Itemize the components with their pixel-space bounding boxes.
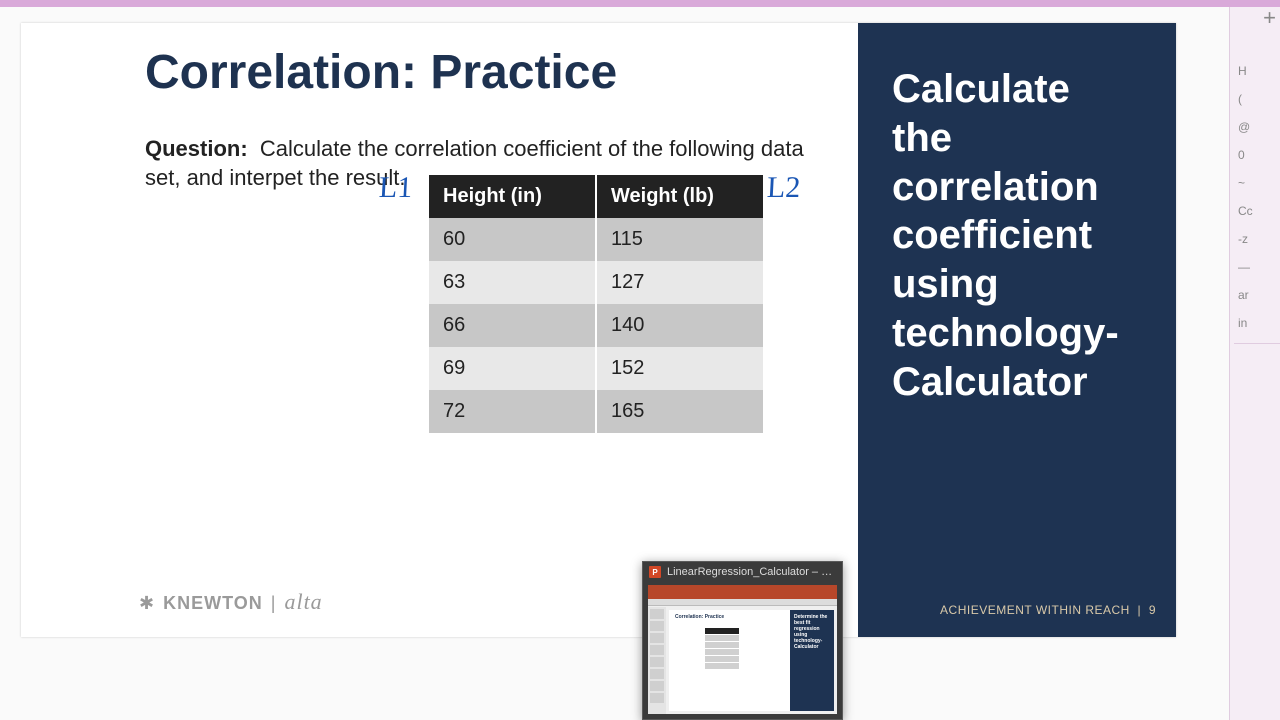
add-page-icon[interactable]: + xyxy=(1263,5,1276,31)
table-row: 66 140 xyxy=(429,304,763,347)
page-tab[interactable]: 0 xyxy=(1238,141,1276,169)
brand-logo: ✱ KNEWTON | alta xyxy=(139,589,323,615)
table-cell: 60 xyxy=(429,218,596,261)
page-tab[interactable]: Cc xyxy=(1238,197,1276,225)
table-cell: 152 xyxy=(596,347,763,390)
mini-slide-title: Correlation: Practice xyxy=(675,614,724,620)
side-panel: Calculate the correlation coefficient us… xyxy=(858,23,1176,637)
slide-title: Correlation: Practice xyxy=(145,45,617,100)
app-border-top xyxy=(0,0,1280,7)
side-panel-footer: ACHIEVEMENT WITHIN REACH | 9 xyxy=(940,603,1156,617)
thumbnail-title: LinearRegression_Calculator – … xyxy=(667,566,836,578)
tab-separator xyxy=(1234,343,1280,344)
table-cell: 115 xyxy=(596,218,763,261)
side-panel-text: Calculate the correlation coefficient us… xyxy=(892,65,1148,407)
page-tab[interactable]: @ xyxy=(1238,113,1276,141)
data-table: Height (in) Weight (lb) 60 115 63 127 66… xyxy=(429,175,763,433)
table-cell: 127 xyxy=(596,261,763,304)
page-tab[interactable]: ar xyxy=(1238,281,1276,309)
thumbnail-body: Correlation: Practice Determine the best… xyxy=(648,585,837,714)
table-cell: 72 xyxy=(429,390,596,433)
table-row: 72 165 xyxy=(429,390,763,433)
page-tab[interactable]: in xyxy=(1238,309,1276,337)
table-cell: 140 xyxy=(596,304,763,347)
page-tab[interactable]: ~ xyxy=(1238,169,1276,197)
mini-side-panel: Determine the best fit regression using … xyxy=(790,610,834,711)
table-cell: 66 xyxy=(429,304,596,347)
page-tab[interactable]: ( xyxy=(1238,85,1276,113)
table-header-row: Height (in) Weight (lb) xyxy=(429,175,763,218)
thumbnail-header: P LinearRegression_Calculator – … xyxy=(643,562,842,582)
page-tab-list: H ( @ 0 ~ Cc -z — ar in xyxy=(1238,57,1276,350)
page-tab[interactable]: — xyxy=(1238,253,1276,281)
table-header: Weight (lb) xyxy=(596,175,763,218)
brand-sub: alta xyxy=(284,589,322,615)
table-cell: 63 xyxy=(429,261,596,304)
mini-slide: Correlation: Practice Determine the best… xyxy=(669,610,834,711)
slide-container: Correlation: Practice Question: Calculat… xyxy=(21,23,1176,637)
page-tab[interactable]: H xyxy=(1238,57,1276,85)
table-row: 69 152 xyxy=(429,347,763,390)
table-row: 60 115 xyxy=(429,218,763,261)
mini-table xyxy=(705,628,739,670)
note-canvas: Correlation: Practice Question: Calculat… xyxy=(0,7,1230,720)
ink-annotation-l1: L1 xyxy=(378,171,413,205)
page-tab[interactable]: -z xyxy=(1238,225,1276,253)
question-label: Question: xyxy=(145,136,248,161)
table-header: Height (in) xyxy=(429,175,596,218)
brand-sep: | xyxy=(271,593,277,614)
mini-slide-nav xyxy=(648,607,666,714)
table-row: 63 127 xyxy=(429,261,763,304)
mini-ribbon xyxy=(648,585,837,599)
mini-layout: Correlation: Practice Determine the best… xyxy=(648,607,837,714)
table-cell: 69 xyxy=(429,347,596,390)
ink-annotation-l2: L2 xyxy=(766,171,801,205)
page-tabs-strip: + H ( @ 0 ~ Cc -z — ar in xyxy=(1229,7,1280,720)
table-cell: 165 xyxy=(596,390,763,433)
mini-ribbon-tools xyxy=(648,599,837,606)
brand-main: KNEWTON xyxy=(163,593,263,614)
taskbar-thumbnail[interactable]: P LinearRegression_Calculator – … Correl… xyxy=(642,561,843,720)
brand-icon: ✱ xyxy=(139,593,155,614)
powerpoint-icon: P xyxy=(649,566,661,578)
